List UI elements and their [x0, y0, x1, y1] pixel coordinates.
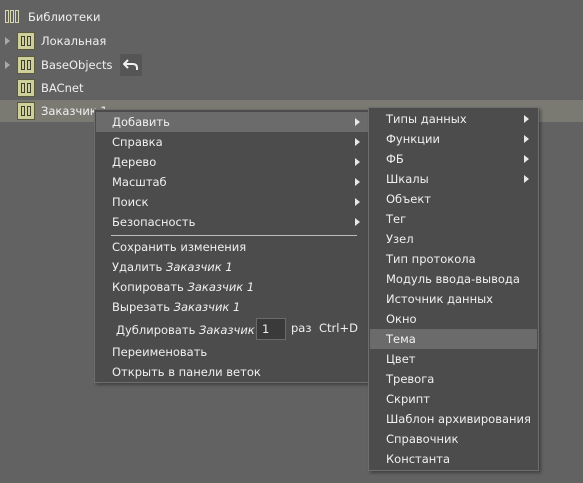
context-menu: Добавить Справка Дерево Масштаб Поиск Бе…	[94, 109, 370, 383]
library-group-icon	[4, 8, 22, 26]
duplicate-unit-label: раз	[291, 321, 312, 335]
tree-root-libraries[interactable]: Библиотеки	[4, 6, 101, 28]
menu-item-search[interactable]: Поиск	[96, 192, 368, 212]
menu-item-delete[interactable]: Удалить Заказчик 1	[96, 257, 368, 277]
menu-item-save[interactable]: Сохранить изменения	[96, 237, 368, 257]
duplicate-shortcut-label: Ctrl+D	[319, 321, 358, 335]
duplicate-count-input[interactable]: 1	[256, 318, 286, 340]
submenu-item-node[interactable]: Узел	[370, 229, 537, 249]
submenu-item-script[interactable]: Скрипт	[370, 389, 537, 409]
submenu-arrow-icon	[524, 175, 529, 183]
submenu-item-fb[interactable]: ФБ	[370, 149, 537, 169]
submenu-arrow-icon	[524, 155, 529, 163]
submenu-arrow-icon	[355, 178, 360, 186]
menu-item-add[interactable]: Добавить	[96, 112, 368, 132]
submenu-item-scales[interactable]: Шкалы	[370, 169, 537, 189]
submenu-item-reference[interactable]: Справочник	[370, 429, 537, 449]
submenu-item-theme[interactable]: Тема	[370, 329, 537, 349]
tree-item-local[interactable]: Локальная	[17, 30, 106, 52]
menu-item-rename[interactable]: Переименовать	[96, 342, 368, 362]
expand-arrow-icon[interactable]	[5, 37, 10, 45]
submenu-item-tag[interactable]: Тег	[370, 209, 537, 229]
menu-item-scale[interactable]: Масштаб	[96, 172, 368, 192]
submenu-item-data-source[interactable]: Источник данных	[370, 289, 537, 309]
menu-item-security[interactable]: Безопасность	[96, 212, 368, 232]
submenu-item-functions[interactable]: Функции	[370, 129, 537, 149]
undo-button[interactable]	[120, 54, 143, 76]
undo-arrow-icon	[123, 59, 139, 70]
submenu-item-object[interactable]: Объект	[370, 189, 537, 209]
submenu-arrow-icon	[355, 218, 360, 226]
submenu-arrow-icon	[524, 135, 529, 143]
tree-item-label: BACnet	[41, 81, 84, 95]
tree-root-label: Библиотеки	[28, 10, 101, 24]
submenu-item-constant[interactable]: Константа	[370, 449, 537, 469]
submenu-arrow-icon	[524, 115, 529, 123]
menu-item-help[interactable]: Справка	[96, 132, 368, 152]
submenu-item-io-module[interactable]: Модуль ввода-вывода	[370, 269, 537, 289]
submenu-item-archive-template[interactable]: Шаблон архивирования	[370, 409, 537, 429]
library-locked-icon	[17, 56, 35, 74]
tree-item-bacnet[interactable]: BACnet	[17, 77, 83, 99]
submenu-item-alarm[interactable]: Тревога	[370, 369, 537, 389]
submenu-item-window[interactable]: Окно	[370, 309, 537, 329]
tree-item-label: BaseObjects	[41, 58, 113, 72]
library-icon	[17, 79, 35, 97]
library-icon	[17, 32, 35, 50]
menu-item-cut[interactable]: Вырезать Заказчик 1	[96, 297, 368, 317]
submenu-item-protocol-type[interactable]: Тип протокола	[370, 249, 537, 269]
menu-item-copy[interactable]: Копировать Заказчик 1	[96, 277, 368, 297]
submenu-arrow-icon	[355, 118, 360, 126]
submenu-item-data-types[interactable]: Типы данных	[370, 109, 537, 129]
submenu-arrow-icon	[355, 158, 360, 166]
expand-arrow-icon[interactable]	[5, 61, 10, 69]
submenu-item-color[interactable]: Цвет	[370, 349, 537, 369]
submenu-arrow-icon	[355, 138, 360, 146]
library-icon	[17, 102, 35, 120]
tree-item-baseobjects[interactable]: BaseObjects	[17, 54, 143, 76]
menu-item-tree[interactable]: Дерево	[96, 152, 368, 172]
add-submenu: Типы данных Функции ФБ Шкалы Объект Тег …	[368, 107, 539, 471]
submenu-arrow-icon	[355, 198, 360, 206]
menu-separator	[111, 235, 357, 236]
tree-item-label: Локальная	[41, 34, 107, 48]
menu-item-open-in-branch-panel[interactable]: Открыть в панели веток	[96, 362, 368, 382]
